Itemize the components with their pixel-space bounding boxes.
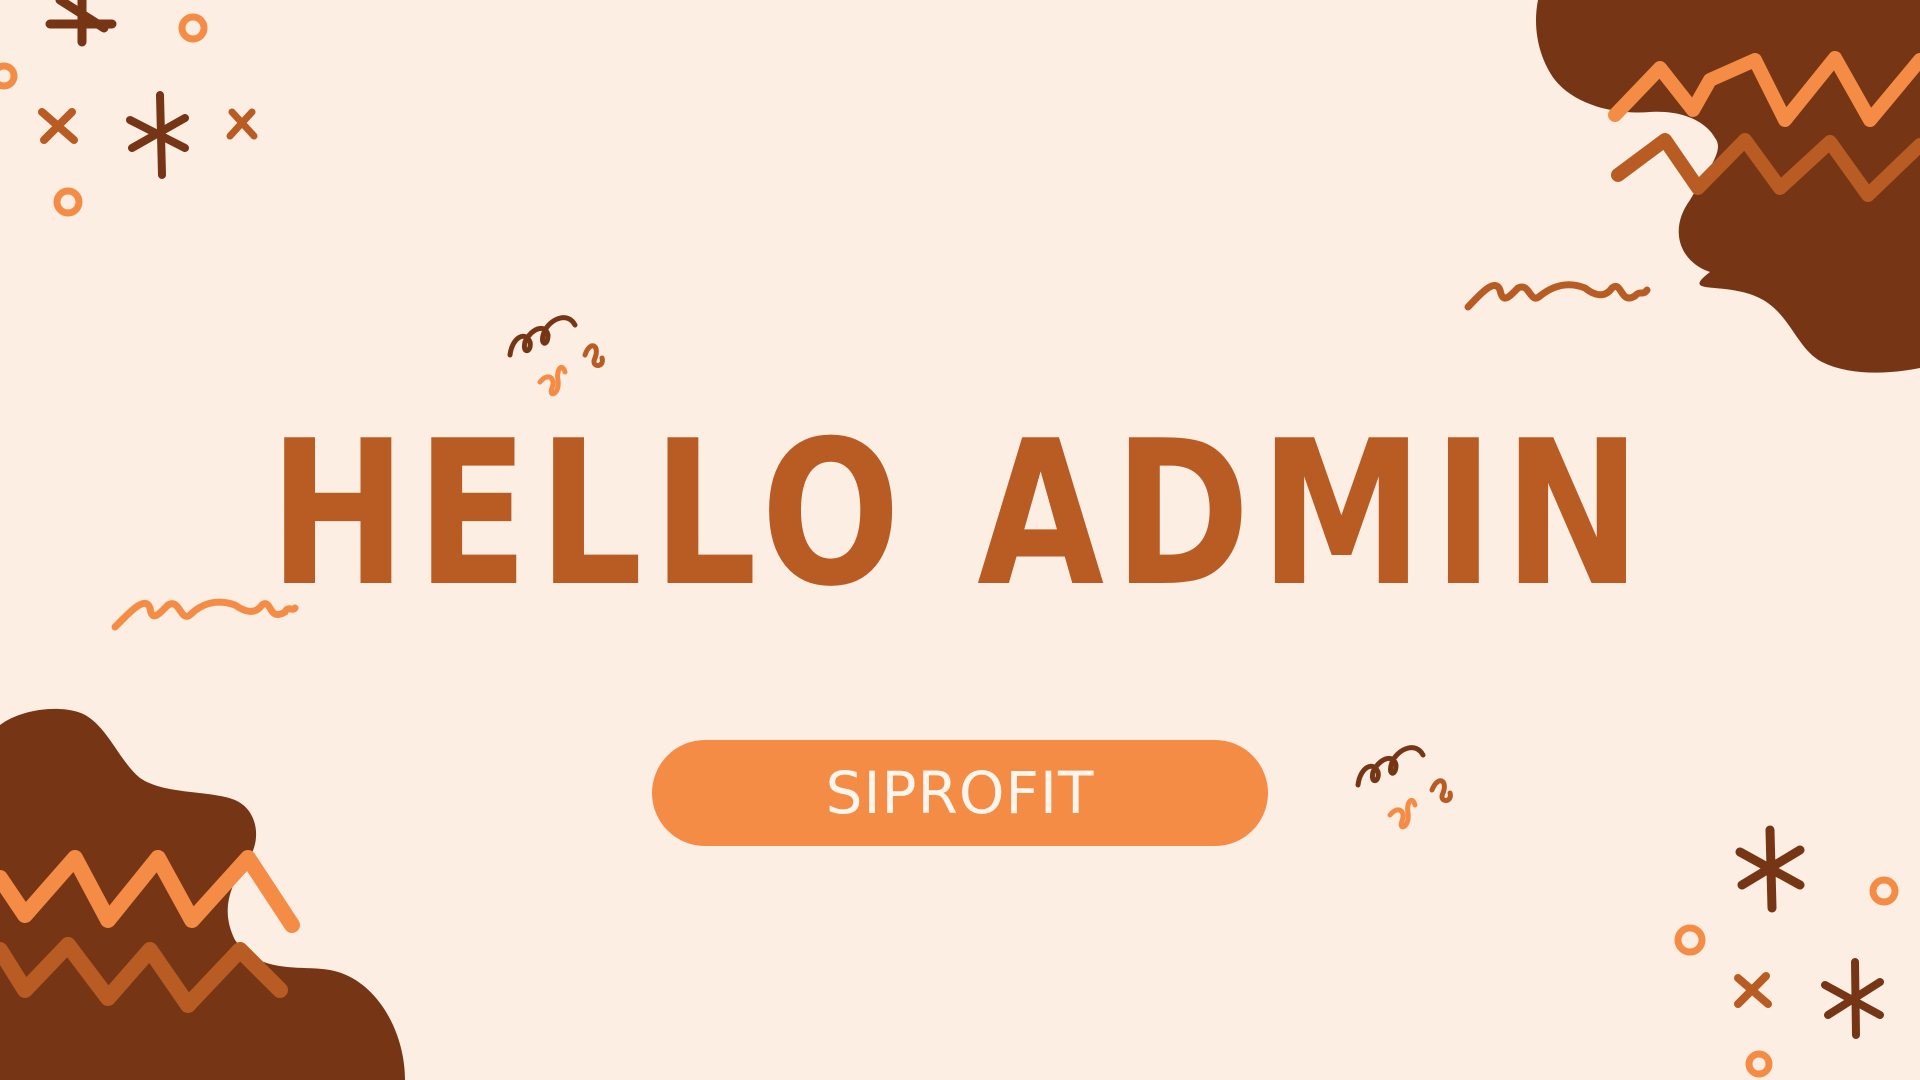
top-left-ring-2: [53, 187, 83, 217]
bottom-left-zigzag-1: [0, 850, 300, 933]
bottom-right-star-small: [1821, 958, 1884, 1039]
bottom-right-x: [1734, 972, 1772, 1008]
top-left-x-1: [38, 108, 78, 144]
app-name-badge: SIPROFIT: [652, 740, 1268, 846]
right-squiggle: [1464, 281, 1651, 311]
top-right-zigzag-1: [1608, 51, 1920, 127]
bottom-right-star-large: [1735, 825, 1805, 913]
curl-doodle-left: [507, 315, 605, 397]
bottom-left-zigzag-2: [0, 937, 288, 1013]
bottom-right-ring-3: [1745, 1050, 1773, 1078]
top-left-x-2: [226, 108, 258, 140]
page-title: HELLO ADMIN: [269, 398, 1651, 631]
bottom-left-blob: [0, 708, 405, 1080]
top-left-ring-1: [178, 13, 208, 43]
bottom-right-ring-1: [1869, 876, 1899, 906]
top-right-zigzag-2: [1611, 133, 1920, 202]
top-left-ring-3: [0, 62, 18, 90]
curl-doodle-right: [1355, 745, 1453, 830]
top-left-star-large: [45, 0, 117, 47]
bottom-right-ring-2: [1674, 924, 1706, 956]
top-right-blob: [1535, 0, 1920, 373]
top-left-star-small: [126, 91, 189, 179]
